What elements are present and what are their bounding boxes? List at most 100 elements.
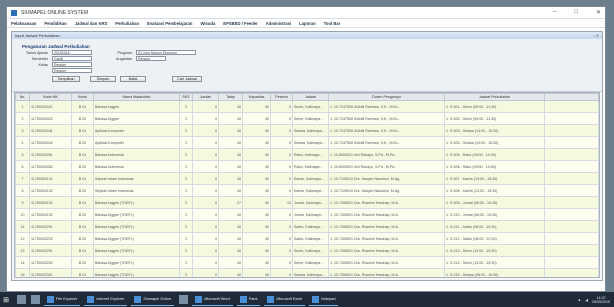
- cell-kelas[interactable]: B 02: [71, 256, 94, 269]
- cell-kapasitas[interactable]: 40: [242, 124, 271, 137]
- menu-item-toolbar[interactable]: Tool Bar: [324, 21, 341, 26]
- taskbar-item[interactable]: Internet Explorer: [84, 294, 128, 306]
- cari-jadwal-button[interactable]: Cari Jadwal: [172, 76, 202, 82]
- cell-dosen[interactable]: 1. 10.7109010 Drs. Hasyim Nasution, M.Ag…: [328, 172, 445, 185]
- table-row[interactable]: 14 11750002252 B 02 Bahasa Inggris (TOEFL) 2…: [15, 256, 599, 269]
- cell-kapasitas[interactable]: 40: [242, 208, 271, 221]
- cell-nama[interactable]: Bahasa Inggris (TOEFL): [93, 244, 180, 257]
- cell-jadwal[interactable]: Senin, Kalimaya...: [292, 256, 329, 269]
- cell-extra[interactable]: [544, 184, 599, 197]
- cell-tatap[interactable]: 40: [218, 268, 243, 277]
- cell-dosen[interactable]: 1. 10.7247508 Zulkifli Rahman, S.E., M.E…: [328, 136, 445, 149]
- cell-nama[interactable]: Aplikasi Komputer: [93, 136, 180, 149]
- cell-tatap[interactable]: 40: [218, 256, 243, 269]
- cell-peserta[interactable]: 0: [270, 100, 293, 113]
- cell-no[interactable]: 1: [15, 100, 30, 113]
- cell-kode[interactable]: 11750002152: [29, 208, 72, 221]
- cell-nama[interactable]: Bahasa Inggris: [93, 100, 180, 113]
- cell-nama[interactable]: Bahasa Inggris (TOEFL): [93, 196, 180, 209]
- cell-kelas[interactable]: B 01: [71, 100, 94, 113]
- cell-extra[interactable]: [544, 172, 599, 185]
- cell-peserta[interactable]: 0: [270, 172, 293, 185]
- cell-peserta[interactable]: 0: [270, 220, 293, 233]
- cell-dosen[interactable]: 1. 10.7109010 Drs. Hasyim Nasution, M.Ag…: [328, 184, 445, 197]
- cell-kapasitas[interactable]: 40: [242, 100, 271, 113]
- cell-jumlah[interactable]: 0: [192, 232, 219, 245]
- cell-kelas[interactable]: B 02: [71, 232, 94, 245]
- cell-nama[interactable]: Sejarah Islam Indonesia: [93, 184, 180, 197]
- cell-sks[interactable]: 2: [179, 136, 193, 149]
- column-header[interactable]: Kode MK: [29, 93, 72, 101]
- cell-nama[interactable]: Sejarah Islam Indonesia: [93, 172, 180, 185]
- cell-jadwal[interactable]: Sabtu, Kalimaya...: [292, 220, 329, 233]
- column-header[interactable]: Peserta: [270, 93, 293, 101]
- taskbar-item[interactable]: Microsoft Word: [192, 294, 233, 306]
- cell-dosen[interactable]: 1. 10.7247508 Zulkifli Rahman, S.E., M.E…: [328, 124, 445, 137]
- cell-no[interactable]: 12: [15, 232, 30, 245]
- column-header[interactable]: [544, 93, 599, 101]
- cell-nama[interactable]: Bahasa Inggris (TOEFL): [93, 268, 180, 277]
- table-row[interactable]: 3 11750002041 B 01 Aplikasi Komputer 2 0 40 40 0…: [15, 124, 599, 137]
- cell-sks[interactable]: 2: [179, 256, 193, 269]
- cell-jadwal-kuliah[interactable]: 1. S-001 - Senin (09:00 - 11:30): [444, 100, 545, 113]
- maximize-button[interactable]: □: [574, 9, 578, 16]
- column-header[interactable]: Nama Matakuliah: [93, 93, 180, 101]
- cell-dosen[interactable]: 1. 10.7247508 Zulkifli Rahman, S.E., M.E…: [328, 112, 445, 125]
- cell-kode[interactable]: 11750002202: [29, 232, 72, 245]
- cell-jadwal-kuliah[interactable]: 1. S-010 - Jumat (08:00 - 10:30): [444, 208, 545, 221]
- cell-no[interactable]: 3: [15, 124, 30, 137]
- cell-peserta[interactable]: 0: [270, 136, 293, 149]
- cell-tatap[interactable]: 40: [218, 244, 243, 257]
- cell-extra[interactable]: [544, 244, 599, 257]
- cell-tatap[interactable]: 40: [218, 124, 243, 137]
- cell-tatap[interactable]: 40: [218, 184, 243, 197]
- cell-no[interactable]: 9: [15, 196, 30, 209]
- taskbar-item[interactable]: Siumapel Online: [131, 294, 175, 306]
- cell-jadwal[interactable]: Selasa, Kalimaya...: [292, 124, 329, 137]
- cell-jadwal[interactable]: Sabtu, Kalimaya...: [292, 232, 329, 245]
- cell-jumlah[interactable]: 0: [192, 112, 219, 125]
- cell-sks[interactable]: 2: [179, 112, 193, 125]
- cell-jadwal-kuliah[interactable]: 1. S-014 - Senin (13:00 - 15:30): [444, 256, 545, 269]
- cell-dosen[interactable]: 1. 10.8000001 Ilmi Rahayu, S.Pd., M.Pd..: [328, 160, 445, 173]
- cell-jumlah[interactable]: 0: [192, 256, 219, 269]
- taskbar-item[interactable]: Notepad: [309, 294, 339, 306]
- menu-item-wisuda[interactable]: Wisuda: [200, 21, 215, 26]
- cell-kelas[interactable]: B 01: [71, 124, 94, 137]
- cell-kapasitas[interactable]: 40: [242, 196, 271, 209]
- cell-peserta[interactable]: 0: [270, 112, 293, 125]
- cell-peserta[interactable]: 0: [270, 208, 293, 221]
- cell-jadwal-kuliah[interactable]: 1. S-003 - Selasa (13:00 - 15:30): [444, 124, 545, 137]
- table-row[interactable]: 6 11750002052 B 02 Bahasa Indonesia 2 0 40 40 0 R…: [15, 160, 599, 173]
- cell-jumlah[interactable]: 0: [192, 244, 219, 257]
- cell-jadwal[interactable]: Senin, Kalimaya...: [292, 100, 329, 113]
- kelas-select[interactable]: Reguler: [52, 62, 92, 67]
- table-row[interactable]: 10 11750002152 B 02 Bahasa Inggris (TOEFL) 2…: [15, 208, 599, 221]
- cell-jumlah[interactable]: 0: [192, 124, 219, 137]
- cell-extra[interactable]: [544, 136, 599, 149]
- kelas-extra-select[interactable]: Reguler: [52, 68, 92, 73]
- cell-kode[interactable]: 11750002301: [29, 268, 72, 277]
- cell-dosen[interactable]: 1. 10.7265001 Dra. Rosmini Harahap, M.A.: [328, 244, 445, 257]
- cell-extra[interactable]: [544, 208, 599, 221]
- cell-jadwal-kuliah[interactable]: 1. S-011 - Sabtu (08:00 - 10:30): [444, 220, 545, 233]
- cell-nama[interactable]: Bahasa Inggris (TOEFL): [93, 220, 180, 233]
- column-header[interactable]: Tatap: [218, 93, 243, 101]
- column-header[interactable]: SKS: [179, 93, 193, 101]
- cell-jadwal[interactable]: Selasa, Kalimaya...: [292, 136, 329, 149]
- cell-jadwal[interactable]: Kamis, Kalimaya...: [292, 172, 329, 185]
- cell-sks[interactable]: 2: [179, 184, 193, 197]
- cell-jumlah[interactable]: 0: [192, 160, 219, 173]
- cell-kelas[interactable]: B 01: [71, 196, 94, 209]
- cell-extra[interactable]: [544, 100, 599, 113]
- cell-kode[interactable]: 11750002201: [29, 220, 72, 233]
- table-row[interactable]: 13 11750002251 B 01 Bahasa Inggris (TOEFL) 2…: [15, 244, 599, 257]
- cell-kapasitas[interactable]: 40: [242, 136, 271, 149]
- column-header[interactable]: Jadwal Perkuliahan: [444, 93, 545, 101]
- cell-extra[interactable]: [544, 268, 599, 277]
- cell-kode[interactable]: 11750002051: [29, 148, 72, 161]
- cell-jadwal-kuliah[interactable]: 1. S-006 - Rabu (09:00 - 10:40): [444, 160, 545, 173]
- cell-kode[interactable]: 11750002252: [29, 256, 72, 269]
- cell-jadwal-kuliah[interactable]: 1. S-005 - Rabu (09:00 - 10:40): [444, 148, 545, 161]
- menu-item-pendidikan[interactable]: Pendidikan: [44, 21, 66, 26]
